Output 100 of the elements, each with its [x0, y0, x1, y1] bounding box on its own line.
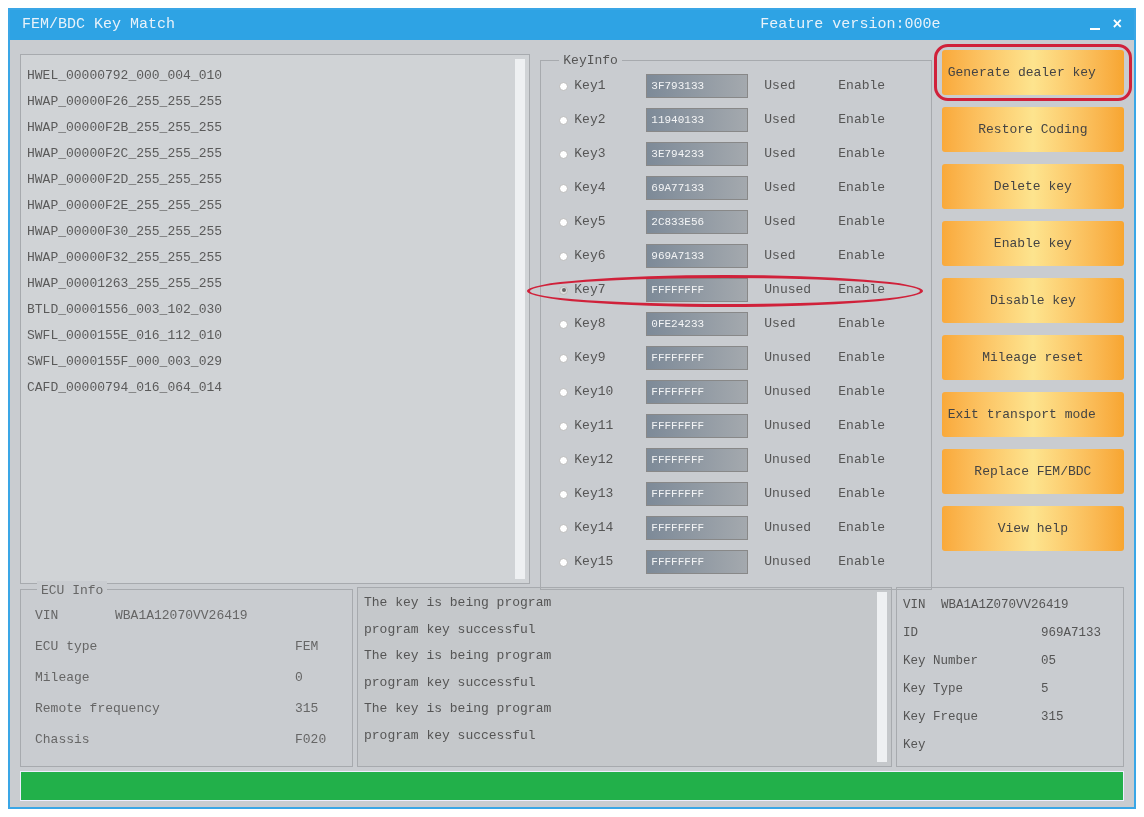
usage-label: Used — [763, 145, 797, 164]
radio-button[interactable] — [559, 523, 569, 533]
key-id-field: FFFFFFFF — [646, 278, 749, 302]
field-label: Mileage — [35, 669, 91, 688]
radio-button[interactable] — [559, 455, 569, 465]
status-label: Enable — [838, 349, 886, 368]
action-button[interactable]: Replace FEM/BDC — [941, 449, 1124, 494]
usage-label: Used — [763, 315, 797, 334]
field-value: 05 — [1041, 652, 1056, 670]
usage-label: Used — [763, 111, 797, 130]
usage-label: Unused — [763, 553, 813, 572]
field-value: 969A7133 — [1041, 624, 1101, 642]
key-label: Key10 — [573, 383, 615, 402]
key-id-field: 3E794233 — [646, 142, 749, 166]
scrollbar[interactable] — [877, 592, 887, 762]
list-item[interactable]: HWAP_00000F2D_255_255_255 — [27, 167, 516, 193]
key-id-field: FFFFFFFF — [646, 516, 749, 540]
field-value: 315 — [1041, 708, 1064, 726]
radio-button[interactable] — [559, 149, 569, 159]
status-label: Enable — [838, 111, 886, 130]
list-item[interactable]: CAFD_00000794_016_064_014 — [27, 375, 516, 401]
key-label: Key8 — [573, 315, 607, 334]
radio-button[interactable] — [559, 353, 569, 363]
field-label: Key Number — [903, 652, 979, 670]
log-line: program key successful — [364, 673, 537, 692]
usage-label: Unused — [763, 451, 813, 470]
radio-button[interactable] — [559, 251, 569, 261]
action-button[interactable]: Restore Coding — [941, 107, 1124, 152]
usage-label: Unused — [763, 519, 813, 538]
list-item[interactable]: SWFL_0000155E_016_112_010 — [27, 323, 516, 349]
status-label: Enable — [838, 553, 886, 572]
key-id-field: 11940133 — [646, 108, 749, 132]
radio-button[interactable] — [559, 183, 569, 193]
radio-button[interactable] — [559, 217, 569, 227]
field-label: Key — [903, 736, 927, 754]
key-id-field: FFFFFFFF — [646, 448, 749, 472]
radio-button[interactable] — [559, 557, 569, 567]
radio-button[interactable] — [559, 421, 569, 431]
radio-button[interactable] — [559, 319, 569, 329]
field-value: WBA1A1Z070VV26419 — [941, 596, 1069, 614]
action-button[interactable]: Generate dealer key — [941, 50, 1124, 95]
action-button[interactable]: Disable key — [941, 278, 1124, 323]
key-label: Key3 — [573, 145, 607, 164]
key-id-field: 69A77133 — [646, 176, 749, 200]
field-label: VIN — [903, 596, 927, 614]
list-item[interactable]: HWAP_00001263_255_255_255 — [27, 271, 516, 297]
radio-button[interactable] — [559, 81, 569, 91]
status-label: Enable — [838, 77, 886, 96]
list-item[interactable]: HWAP_00000F30_255_255_255 — [27, 219, 516, 245]
minimize-icon[interactable] — [1090, 28, 1101, 30]
key-id-field: FFFFFFFF — [646, 346, 749, 370]
key-id-field: FFFFFFFF — [646, 482, 749, 506]
close-button[interactable]: × — [1112, 13, 1122, 37]
field-value: WBA1A12070VV26419 — [115, 607, 248, 626]
key-id-field: 969A7133 — [646, 244, 749, 268]
key-label: Key2 — [573, 111, 607, 130]
field-value: 0 — [295, 669, 303, 688]
radio-button[interactable] — [559, 285, 569, 295]
scrollbar[interactable] — [515, 59, 526, 579]
field-value: F020 — [295, 731, 327, 750]
key-label: Key5 — [573, 213, 607, 232]
key-id-field: FFFFFFFF — [646, 380, 749, 404]
version-label: Feature version:000e — [760, 14, 941, 35]
action-button[interactable]: Delete key — [941, 164, 1124, 209]
action-button[interactable]: View help — [941, 506, 1124, 551]
radio-button[interactable] — [559, 387, 569, 397]
key-label: Key1 — [573, 77, 607, 96]
field-label: Key Freque — [903, 708, 979, 726]
list-item[interactable]: HWAP_00000F2E_255_255_255 — [27, 193, 516, 219]
list-item[interactable]: HWEL_00000792_000_004_010 — [27, 63, 516, 89]
status-label: Enable — [838, 213, 886, 232]
field-label: Key Type — [903, 680, 964, 698]
log-line: program key successful — [364, 620, 537, 639]
status-label: Enable — [838, 417, 886, 436]
key-id-field: FFFFFFFF — [646, 414, 749, 438]
list-item[interactable]: HWAP_00000F2C_255_255_255 — [27, 141, 516, 167]
field-value: 5 — [1041, 680, 1049, 698]
status-label: Enable — [838, 451, 886, 470]
list-item[interactable]: BTLD_00001556_003_102_030 — [27, 297, 516, 323]
key-id-field: FFFFFFFF — [646, 550, 749, 574]
key-label: Key12 — [573, 451, 615, 470]
key-label: Key15 — [573, 553, 615, 572]
list-item[interactable]: SWFL_0000155F_000_003_029 — [27, 349, 516, 375]
radio-button[interactable] — [559, 115, 569, 125]
field-label: VIN — [35, 607, 60, 626]
list-item[interactable]: HWAP_00000F2B_255_255_255 — [27, 115, 516, 141]
list-item[interactable]: HWAP_00000F26_255_255_255 — [27, 89, 516, 115]
list-item[interactable]: HWAP_00000F32_255_255_255 — [27, 245, 516, 271]
key-label: Key9 — [573, 349, 607, 368]
status-label: Enable — [838, 519, 886, 538]
usage-label: Used — [763, 213, 797, 232]
action-button[interactable]: Mileage reset — [941, 335, 1124, 380]
action-button[interactable]: Enable key — [941, 221, 1124, 266]
status-label: Enable — [838, 281, 886, 300]
field-label: ID — [903, 624, 919, 642]
key-id-field: 2C833E56 — [646, 210, 749, 234]
radio-button[interactable] — [559, 489, 569, 499]
key-label: Key4 — [573, 179, 607, 198]
action-button[interactable]: Exit transport mode — [941, 392, 1124, 437]
field-label: Remote frequency — [35, 700, 161, 719]
